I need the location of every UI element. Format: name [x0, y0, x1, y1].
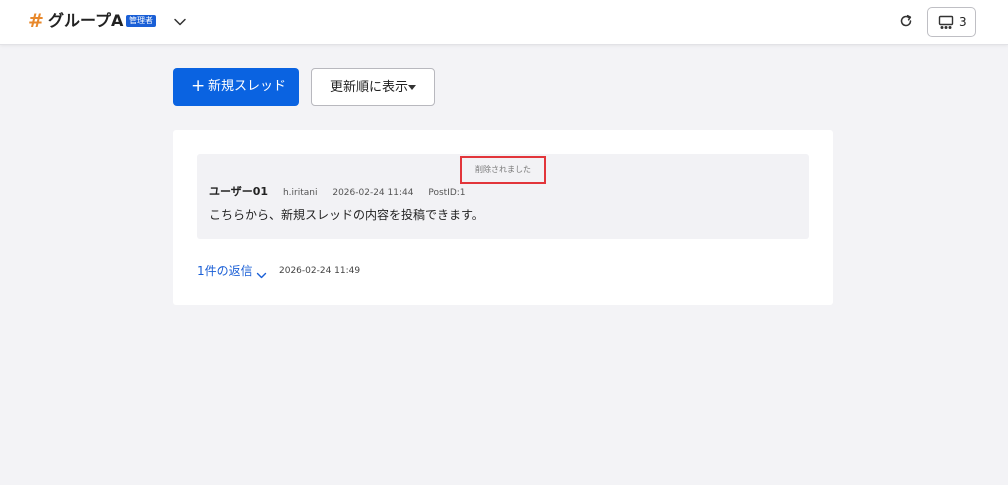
- sort-dropdown[interactable]: 更新順に表示: [311, 68, 435, 106]
- chevron-down-icon[interactable]: [256, 266, 267, 279]
- plus-icon: +: [191, 76, 206, 96]
- reload-icon[interactable]: [898, 13, 914, 29]
- presentation-icon: [938, 15, 954, 29]
- member-count: 3: [959, 15, 967, 29]
- deleted-note: 削除されました: [460, 156, 546, 184]
- post-body: こちらから、新規スレッドの内容を投稿できます。: [209, 208, 484, 222]
- replies-timestamp: 2026-02-24 11:49: [279, 266, 361, 276]
- members-button[interactable]: 3: [927, 7, 976, 37]
- post-id: PostID:1: [428, 188, 466, 198]
- post-timestamp: 2026-02-24 11:44: [332, 188, 414, 198]
- chevron-down-icon[interactable]: [173, 14, 187, 28]
- post-meta: ユーザー01 h.iritani 2026-02-24 11:44 PostID…: [209, 185, 466, 200]
- post-user[interactable]: ユーザー01: [209, 185, 268, 198]
- caret-down-icon: [408, 85, 416, 90]
- deleted-note-text: 削除されました: [475, 165, 531, 174]
- hash-icon: #: [28, 10, 44, 32]
- thread-post: 削除されました ユーザー01 h.iritani 2026-02-24 11:4…: [197, 154, 809, 239]
- replies-toggle[interactable]: 1件の返信: [197, 263, 253, 279]
- new-thread-label: 新規スレッド: [208, 79, 287, 94]
- post-handle: h.iritani: [282, 188, 318, 198]
- thread-card: 削除されました ユーザー01 h.iritani 2026-02-24 11:4…: [173, 130, 833, 305]
- admin-badge: 管理者: [126, 15, 156, 27]
- header-bar: # グループA 管理者 3: [0, 0, 1008, 45]
- group-name: グループA: [48, 11, 124, 30]
- new-thread-button[interactable]: + 新規スレッド: [173, 68, 299, 106]
- sort-label: 更新順に表示: [330, 80, 409, 95]
